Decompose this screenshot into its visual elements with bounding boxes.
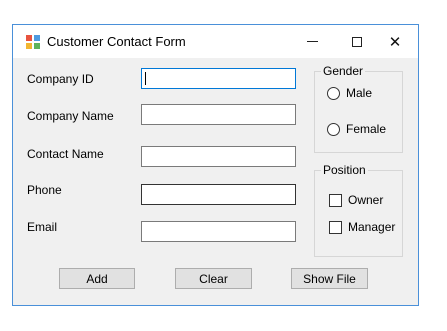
minimize-button[interactable] [289, 25, 335, 58]
show-file-button[interactable]: Show File [291, 268, 368, 289]
gender-groupbox: Gender Male Female [314, 64, 403, 153]
checkbox-icon [329, 220, 342, 234]
checkbox-icon [329, 193, 342, 207]
text-caret [145, 72, 146, 85]
contact-name-input[interactable] [141, 146, 296, 167]
company-name-input[interactable] [141, 104, 296, 125]
gender-group-title: Gender [321, 64, 366, 78]
gender-male-radio[interactable]: Male [327, 86, 372, 100]
app-form-icon [26, 35, 40, 49]
position-owner-checkbox[interactable]: Owner [329, 193, 383, 207]
radio-circle-icon [327, 122, 340, 136]
gender-female-radio[interactable]: Female [327, 122, 386, 136]
company-id-label: Company ID [27, 72, 94, 86]
clear-button-label: Clear [199, 271, 228, 286]
title-bar[interactable]: Customer Contact Form ✕ [13, 25, 418, 58]
position-manager-label: Manager [348, 220, 396, 234]
maximize-icon [352, 36, 362, 47]
close-icon: ✕ [388, 33, 402, 51]
window-title: Customer Contact Form [47, 34, 186, 49]
phone-input[interactable] [141, 184, 296, 205]
add-button[interactable]: Add [59, 268, 135, 289]
email-label: Email [27, 220, 58, 234]
radio-circle-icon [327, 86, 340, 100]
phone-label: Phone [27, 183, 62, 197]
company-name-label: Company Name [27, 109, 114, 123]
contact-name-label: Contact Name [27, 147, 104, 161]
show-file-button-label: Show File [303, 271, 356, 286]
position-owner-label: Owner [348, 193, 384, 207]
position-manager-checkbox[interactable]: Manager [329, 220, 395, 234]
minimize-icon [306, 41, 318, 42]
position-groupbox: Position Owner Manager [314, 163, 403, 257]
email-input[interactable] [141, 221, 296, 242]
company-id-input[interactable] [141, 68, 296, 89]
clear-button[interactable]: Clear [175, 268, 252, 289]
gender-female-label: Female [346, 122, 387, 136]
position-group-title: Position [321, 163, 368, 177]
customer-contact-form-window: Customer Contact Form ✕ Company ID Compa… [12, 24, 419, 306]
gender-male-label: Male [346, 86, 373, 100]
add-button-label: Add [86, 271, 108, 286]
close-button[interactable]: ✕ [372, 25, 418, 58]
